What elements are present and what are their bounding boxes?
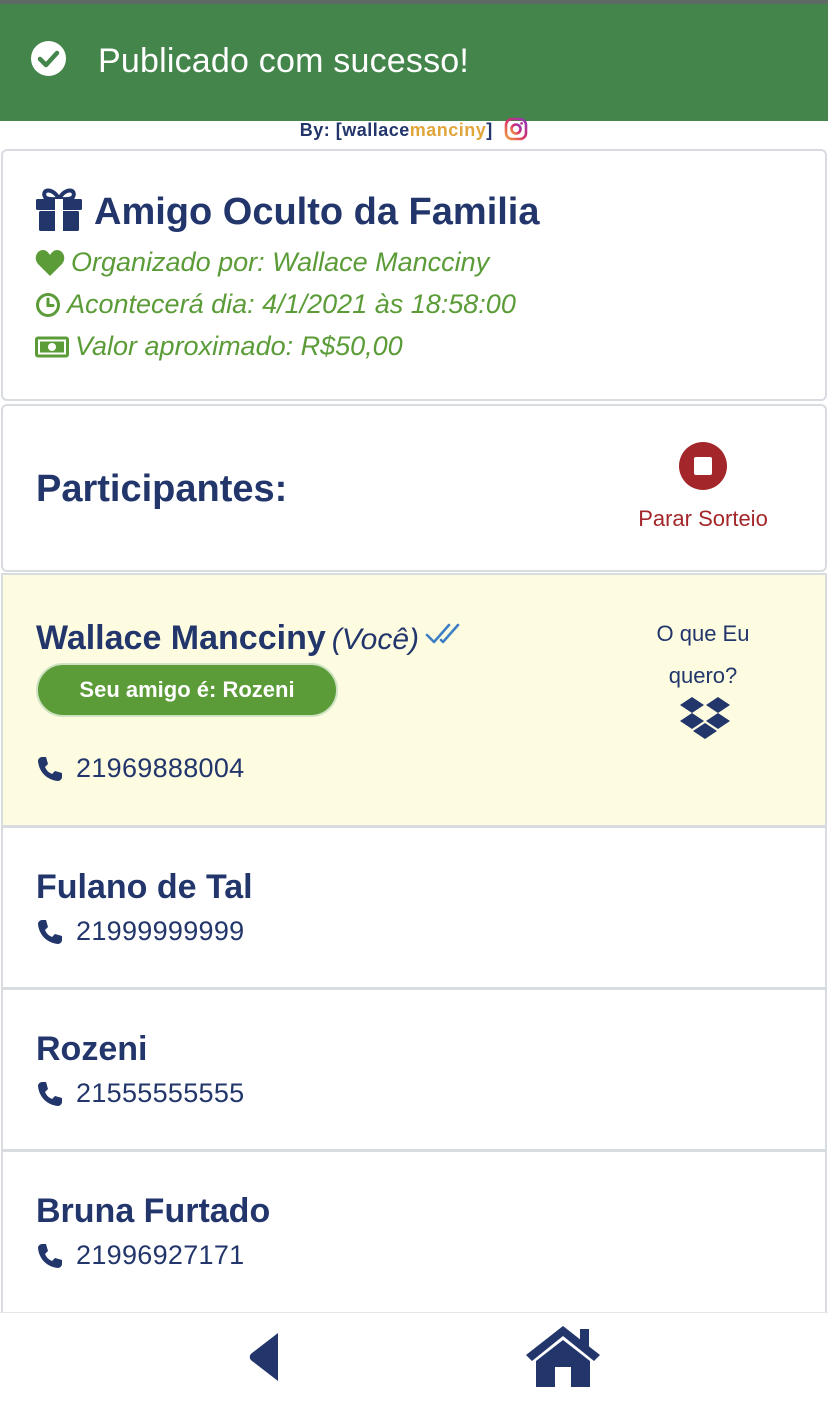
participant-row[interactable]: Bruna Furtado 21996927171 <box>1 1150 827 1312</box>
participants-title: Participantes: <box>36 468 288 510</box>
participant-phone-text: 21999999999 <box>76 916 245 946</box>
event-card: Amigo Oculto da Familia Organizado por: … <box>1 149 827 401</box>
home-icon[interactable] <box>524 1323 602 1389</box>
participant-name: Fulano de Tal <box>36 868 253 906</box>
event-title: Amigo Oculto da Familia <box>94 191 540 233</box>
organizer-text: Organizado por: Wallace Mancciny <box>71 247 490 277</box>
phone-icon <box>38 919 62 944</box>
organizer-row: Organizado por: Wallace Mancciny <box>35 247 489 278</box>
participant-name: Wallace Mancciny (Você) <box>36 617 467 658</box>
participant-phone: 21996927171 <box>36 1240 244 1271</box>
participant-name: Bruna Furtado <box>36 1192 271 1230</box>
heart-icon <box>35 249 65 276</box>
double-check-icon <box>425 617 467 656</box>
back-arrow-icon[interactable] <box>248 1331 280 1383</box>
participants-header-card: Participantes: Parar Sorteio <box>1 404 827 572</box>
value-text: Valor aproximado: R$50,00 <box>75 331 403 361</box>
participant-phone-text: 21555555555 <box>76 1078 245 1108</box>
participant-phone: 21555555555 <box>36 1078 244 1109</box>
participant-name-text: Wallace Mancciny <box>36 619 326 657</box>
byline-suffix: ] <box>486 120 493 140</box>
participant-row[interactable]: Rozeni 21555555555 <box>1 988 827 1151</box>
value-row: Valor aproximado: R$50,00 <box>35 331 403 362</box>
stop-icon <box>694 457 712 475</box>
byline-name-part1: wallace <box>342 120 410 140</box>
instagram-icon[interactable] <box>504 117 528 141</box>
check-circle-icon <box>31 41 66 76</box>
success-toast[interactable]: Publicado com sucesso! <box>0 4 828 121</box>
phone-icon <box>38 1081 62 1106</box>
money-icon <box>35 336 69 357</box>
toast-message: Publicado com sucesso! <box>98 42 470 80</box>
bottom-nav <box>0 1312 828 1406</box>
phone-icon <box>38 1243 62 1268</box>
participant-phone-text: 21969888004 <box>76 753 245 783</box>
you-label: (Você) <box>331 623 419 656</box>
date-row: Acontecerá dia: 4/1/2021 às 18:58:00 <box>35 289 516 320</box>
phone-icon <box>38 756 62 781</box>
stop-draw-label[interactable]: Parar Sorteio <box>603 506 803 532</box>
stop-draw-button[interactable] <box>679 442 727 490</box>
dropbox-icon[interactable] <box>678 695 732 748</box>
participant-phone: 21969888004 <box>36 753 244 784</box>
clock-icon <box>36 292 60 317</box>
gift-icon <box>35 187 83 236</box>
wishlist-label[interactable]: O que Eu quero? <box>623 613 783 697</box>
secret-friend-badge[interactable]: Seu amigo é: Rozeni <box>36 663 338 717</box>
participant-row[interactable]: Fulano de Tal 21999999999 <box>1 826 827 989</box>
date-text: Acontecerá dia: 4/1/2021 às 18:58:00 <box>67 289 516 319</box>
participant-row-self[interactable]: Wallace Mancciny (Você) Seu amigo é: Roze… <box>1 573 827 827</box>
participant-phone-text: 21996927171 <box>76 1240 245 1270</box>
author-credit[interactable]: By: [wallacemanciny] <box>0 117 828 141</box>
byline-prefix: By: [ <box>299 120 343 140</box>
byline-name-part2: manciny <box>409 120 487 140</box>
participant-name: Rozeni <box>36 1030 148 1068</box>
participant-phone: 21999999999 <box>36 916 244 947</box>
